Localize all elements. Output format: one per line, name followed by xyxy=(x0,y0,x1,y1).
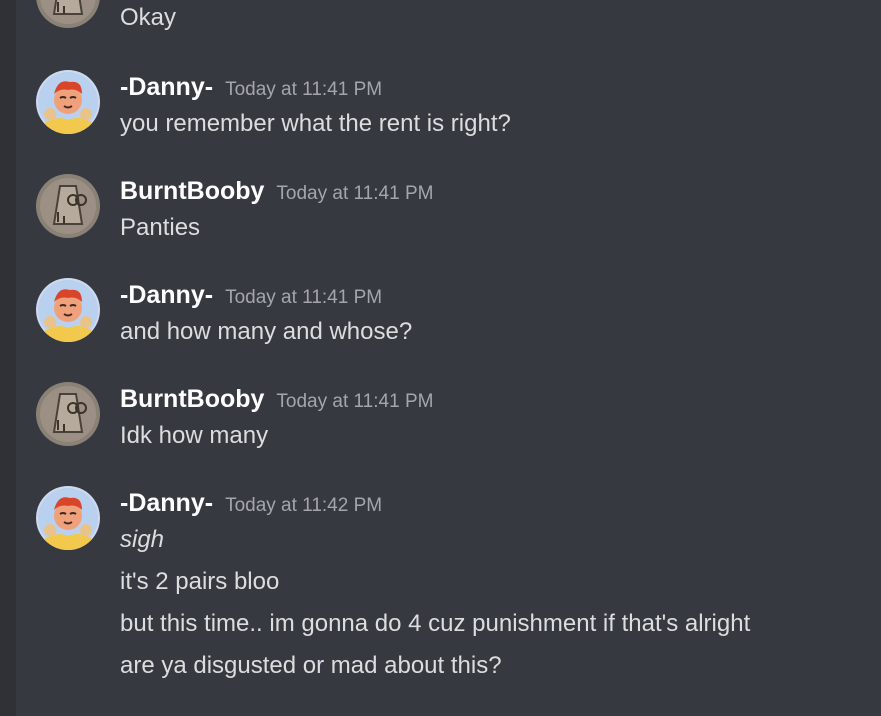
sketch-doodle-icon[interactable] xyxy=(36,382,100,446)
message-text: and how many and whose? xyxy=(120,318,413,345)
timestamp[interactable]: Today at 11:41 PM xyxy=(276,391,433,412)
message-header: BurntBooby Today at 11:41 PM xyxy=(120,382,433,416)
message-text: Idk how many xyxy=(120,422,269,449)
sketch-doodle-icon[interactable] xyxy=(36,174,100,238)
cartoon-character-icon[interactable] xyxy=(36,70,100,134)
message-text: it's 2 pairs bloo xyxy=(120,568,280,595)
left-rail xyxy=(0,0,16,716)
timestamp[interactable]: Today at 11:42 PM xyxy=(225,495,382,516)
message-text: Okay xyxy=(120,4,177,31)
username[interactable]: BurntBooby xyxy=(120,177,264,205)
timestamp[interactable]: Today at 11:41 PM xyxy=(225,287,382,308)
username[interactable]: -Danny- xyxy=(120,281,213,309)
username[interactable]: BurntBooby xyxy=(120,385,264,413)
timestamp[interactable]: Today at 11:41 PM xyxy=(225,79,382,100)
username[interactable]: -Danny- xyxy=(120,73,213,101)
message-header: -Danny- Today at 11:41 PM xyxy=(120,70,382,104)
message-list[interactable]: Okay -Danny- Today at 11:41 PM you remem… xyxy=(16,0,881,716)
message-header: BurntBooby Today at 11:41 PM xyxy=(120,174,433,208)
username[interactable]: -Danny- xyxy=(120,489,213,517)
cartoon-character-icon[interactable] xyxy=(36,486,100,550)
message-text: are ya disgusted or mad about this? xyxy=(120,652,502,679)
cartoon-character-icon[interactable] xyxy=(36,278,100,342)
timestamp[interactable]: Today at 11:41 PM xyxy=(276,183,433,204)
sketch-doodle-icon[interactable] xyxy=(36,0,100,28)
chat-window: Okay -Danny- Today at 11:41 PM you remem… xyxy=(0,0,881,716)
message-header: -Danny- Today at 11:41 PM xyxy=(120,278,382,312)
message-text: you remember what the rent is right? xyxy=(120,110,511,137)
message-header: -Danny- Today at 11:42 PM xyxy=(120,486,382,520)
message-text: but this time.. im gonna do 4 cuz punish… xyxy=(120,610,751,637)
message-text: sigh xyxy=(120,526,165,553)
message-text: Panties xyxy=(120,214,201,241)
